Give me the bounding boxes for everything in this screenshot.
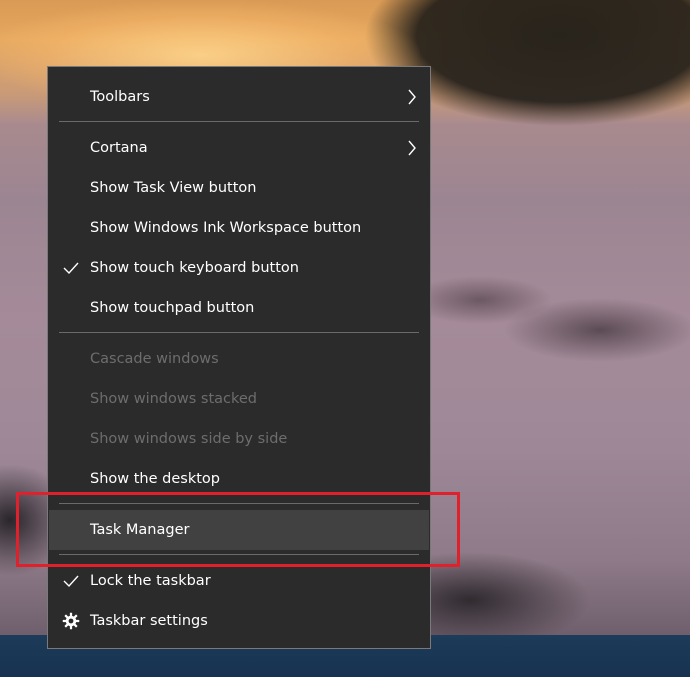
menu-item-show-windows-ink-workspace-button[interactable]: Show Windows Ink Workspace button bbox=[49, 208, 429, 248]
menu-item-lock-the-taskbar[interactable]: Lock the taskbar bbox=[49, 561, 429, 601]
menu-separator bbox=[59, 121, 419, 122]
menu-item-label: Show touch keyboard button bbox=[90, 260, 299, 276]
menu-item-label: Lock the taskbar bbox=[90, 573, 211, 589]
menu-separator bbox=[59, 332, 419, 333]
menu-item-toolbars[interactable]: Toolbars bbox=[49, 77, 429, 117]
checkmark-icon bbox=[61, 571, 81, 591]
chevron-right-icon bbox=[405, 87, 419, 107]
menu-item-show-windows-stacked: Show windows stacked bbox=[49, 379, 429, 419]
annotation-highlight-box bbox=[16, 492, 460, 567]
menu-item-label: Show Task View button bbox=[90, 180, 257, 196]
menu-item-label: Show Windows Ink Workspace button bbox=[90, 220, 362, 236]
menu-item-label: Show the desktop bbox=[90, 471, 220, 487]
menu-item-label: Show touchpad button bbox=[90, 300, 255, 316]
menu-item-show-touch-keyboard-button[interactable]: Show touch keyboard button bbox=[49, 248, 429, 288]
chevron-right-icon bbox=[405, 138, 419, 158]
menu-item-label: Taskbar settings bbox=[90, 613, 208, 629]
menu-item-show-touchpad-button[interactable]: Show touchpad button bbox=[49, 288, 429, 328]
menu-item-show-windows-side-by-side: Show windows side by side bbox=[49, 419, 429, 459]
menu-item-label: Show windows side by side bbox=[90, 431, 288, 447]
menu-item-label: Show windows stacked bbox=[90, 391, 258, 407]
menu-item-taskbar-settings[interactable]: Taskbar settings bbox=[49, 601, 429, 641]
gear-icon bbox=[61, 611, 81, 631]
menu-item-cascade-windows: Cascade windows bbox=[49, 339, 429, 379]
checkmark-icon bbox=[61, 258, 81, 278]
menu-item-cortana[interactable]: Cortana bbox=[49, 128, 429, 168]
menu-item-show-task-view-button[interactable]: Show Task View button bbox=[49, 168, 429, 208]
menu-item-label: Toolbars bbox=[90, 89, 150, 105]
menu-item-label: Cortana bbox=[90, 140, 148, 156]
menu-item-label: Cascade windows bbox=[90, 351, 219, 367]
